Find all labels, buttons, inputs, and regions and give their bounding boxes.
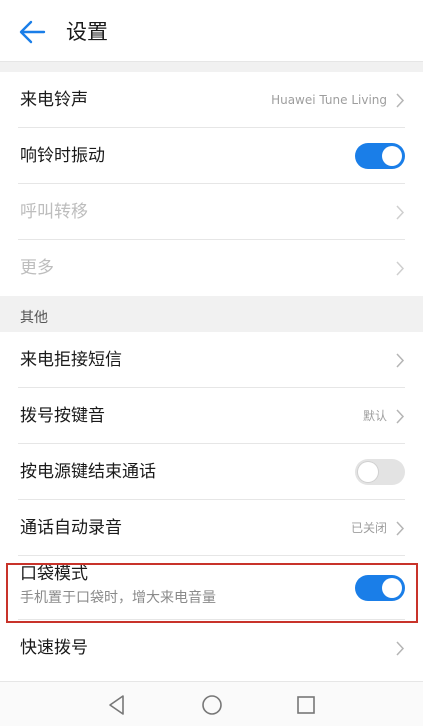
back-arrow-icon[interactable]	[17, 18, 47, 46]
settings-list: 来电铃声 Huawei Tune Living 响铃时振动 呼叫转移 更多 其他…	[0, 62, 423, 676]
row-value: 已关闭	[350, 521, 387, 535]
chevron-right-icon	[396, 261, 405, 276]
chevron-right-icon	[396, 409, 405, 424]
back-triangle-icon[interactable]	[105, 693, 129, 717]
chevron-right-icon	[396, 93, 405, 108]
row-auto-record[interactable]: 通话自动录音 已关闭	[18, 500, 405, 556]
home-circle-icon[interactable]	[200, 693, 224, 717]
row-label: 拨号按键音	[20, 406, 105, 426]
row-dial-pad-tone[interactable]: 拨号按键音 默认	[18, 388, 405, 444]
row-label: 来电铃声	[20, 90, 88, 110]
chevron-right-icon	[396, 205, 405, 220]
row-label: 来电拒接短信	[20, 350, 122, 370]
row-pocket-mode: 口袋模式 手机置于口袋时，增大来电音量	[18, 556, 405, 620]
pocket-mode-toggle[interactable]	[355, 575, 405, 601]
row-speed-dial[interactable]: 快速拨号	[18, 620, 405, 676]
row-value: Huawei Tune Living	[271, 93, 387, 107]
row-reject-sms[interactable]: 来电拒接短信	[18, 332, 405, 388]
toggle-knob	[382, 578, 402, 598]
app-bar: 设置	[0, 0, 423, 62]
row-label: 呼叫转移	[20, 202, 88, 222]
row-label: 快速拨号	[20, 638, 88, 658]
chevron-right-icon	[396, 641, 405, 656]
vibrate-toggle[interactable]	[355, 143, 405, 169]
settings-screen: 设置 来电铃声 Huawei Tune Living 响铃时振动 呼叫转移 更多…	[0, 0, 423, 726]
row-label: 通话自动录音	[20, 518, 122, 538]
section-gap	[0, 62, 423, 72]
chevron-right-icon	[396, 353, 405, 368]
row-label: 响铃时振动	[20, 146, 105, 166]
row-value: 默认	[362, 409, 387, 423]
recents-square-icon[interactable]	[294, 693, 318, 717]
toggle-knob	[382, 146, 402, 166]
row-vibrate-on-ring: 响铃时振动	[18, 128, 405, 184]
row-label: 口袋模式	[20, 564, 88, 584]
section-header-other: 其他	[0, 296, 423, 332]
row-power-key-end-call: 按电源键结束通话	[18, 444, 405, 500]
row-label: 按电源键结束通话	[20, 462, 156, 482]
system-nav-bar	[0, 681, 423, 726]
toggle-knob	[358, 462, 378, 482]
row-call-forwarding[interactable]: 呼叫转移	[18, 184, 405, 240]
row-subtitle: 手机置于口袋时，增大来电音量	[20, 590, 216, 606]
row-label: 更多	[20, 258, 54, 278]
power-key-end-call-toggle[interactable]	[355, 459, 405, 485]
page-title: 设置	[66, 20, 108, 44]
row-more[interactable]: 更多	[18, 240, 405, 296]
chevron-right-icon	[396, 521, 405, 536]
row-ringtone[interactable]: 来电铃声 Huawei Tune Living	[18, 72, 405, 128]
